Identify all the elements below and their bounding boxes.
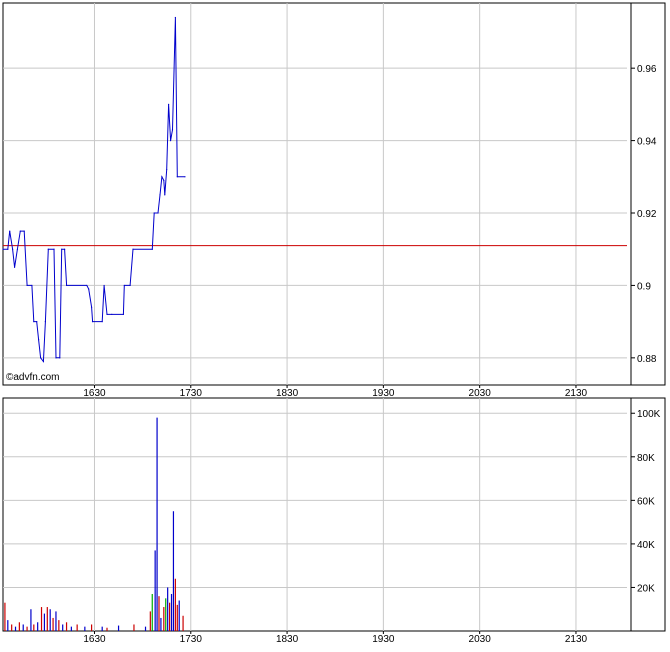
- price-point: [31, 284, 33, 287]
- price-point: [42, 360, 45, 363]
- y-tick-label: 0.88: [637, 354, 657, 365]
- price-point: [64, 248, 66, 250]
- price-point: [122, 313, 124, 315]
- price-point: [106, 313, 108, 315]
- price-point: [86, 284, 88, 287]
- price-point: [103, 284, 105, 287]
- volume-panel: 1630 1730 1830 1930 2030 2130 100K 80K 60K 40K 20K: [2, 397, 666, 645]
- price-point: [61, 248, 63, 250]
- stock-chart: 1630 1730 1830 1930 2030 2130 0.96 0.94 0.92 0.9 0…: [0, 0, 670, 647]
- x-tick-label: 1830: [276, 388, 299, 399]
- x-tick-label: 1930: [372, 634, 395, 645]
- x-tick-label: 2130: [565, 634, 588, 645]
- price-point: [164, 194, 166, 196]
- chart-canvas: 1630 1730 1830 1930 2030 2130 0.96 0.94 0.92 0.9 0…: [2, 2, 666, 645]
- x-tick-label: 1630: [83, 388, 106, 399]
- price-point: [55, 357, 57, 359]
- price-point: [13, 266, 16, 268]
- price-point: [184, 176, 186, 178]
- price-point: [88, 288, 90, 290]
- price-point: [36, 321, 38, 323]
- y-tick-label: 80K: [637, 453, 655, 464]
- x-tick-label: 2030: [469, 634, 492, 645]
- price-point: [90, 306, 93, 308]
- panel-frame: [2, 2, 666, 386]
- price-point: [174, 16, 176, 19]
- y-tick-label: 0.9: [637, 281, 651, 292]
- price-point: [159, 194, 161, 196]
- y-tick-label: 60K: [637, 496, 655, 507]
- price-point: [26, 284, 28, 287]
- x-tick-label: 1630: [83, 634, 106, 645]
- price-point: [38, 339, 40, 341]
- price-point: [91, 321, 94, 323]
- x-tick-label: 1830: [276, 634, 299, 645]
- y-tick-label: 0.94: [637, 137, 657, 148]
- price-point: [132, 248, 134, 250]
- price-point: [2, 248, 4, 250]
- price-point: [39, 357, 42, 359]
- y-tick-label: 0.96: [637, 64, 657, 75]
- price-point: [33, 321, 35, 323]
- y-tick-label: 40K: [637, 540, 655, 551]
- price-point: [7, 248, 9, 250]
- price-point: [163, 179, 165, 182]
- price-point: [171, 129, 174, 131]
- price-point: [161, 176, 163, 178]
- price-point: [123, 284, 125, 287]
- price-point: [9, 230, 11, 232]
- price-point: [157, 212, 159, 214]
- watermark-text: ©advfn.com: [6, 372, 60, 383]
- price-point: [101, 321, 103, 323]
- panel-frame: [2, 397, 666, 632]
- price-point: [129, 284, 131, 287]
- price-point: [53, 248, 55, 250]
- x-tick-label: 1730: [180, 634, 203, 645]
- price-point: [153, 212, 155, 214]
- x-tick-label: 2130: [565, 388, 588, 399]
- x-tick-label: 1930: [372, 388, 395, 399]
- price-point: [47, 248, 49, 250]
- price-point: [12, 248, 14, 250]
- price-point: [19, 230, 21, 232]
- price-point: [44, 321, 46, 323]
- y-tick-label: 100K: [637, 409, 661, 420]
- x-tick-label: 1730: [180, 388, 203, 399]
- price-point: [59, 357, 61, 359]
- y-tick-label: 0.92: [637, 209, 657, 220]
- price-point: [151, 248, 153, 250]
- price-point: [168, 103, 170, 105]
- price-point: [111, 313, 113, 315]
- price-point: [23, 230, 25, 232]
- price-point: [65, 284, 68, 287]
- price-point: [169, 139, 172, 142]
- x-tick-label: 2030: [469, 388, 492, 399]
- y-tick-label: 20K: [637, 583, 655, 594]
- price-point: [166, 168, 168, 171]
- price-point: [176, 176, 178, 178]
- price-panel: 1630 1730 1830 1930 2030 2130 0.96 0.94 0.92 0.9 0…: [2, 2, 666, 399]
- price-point: [16, 248, 19, 250]
